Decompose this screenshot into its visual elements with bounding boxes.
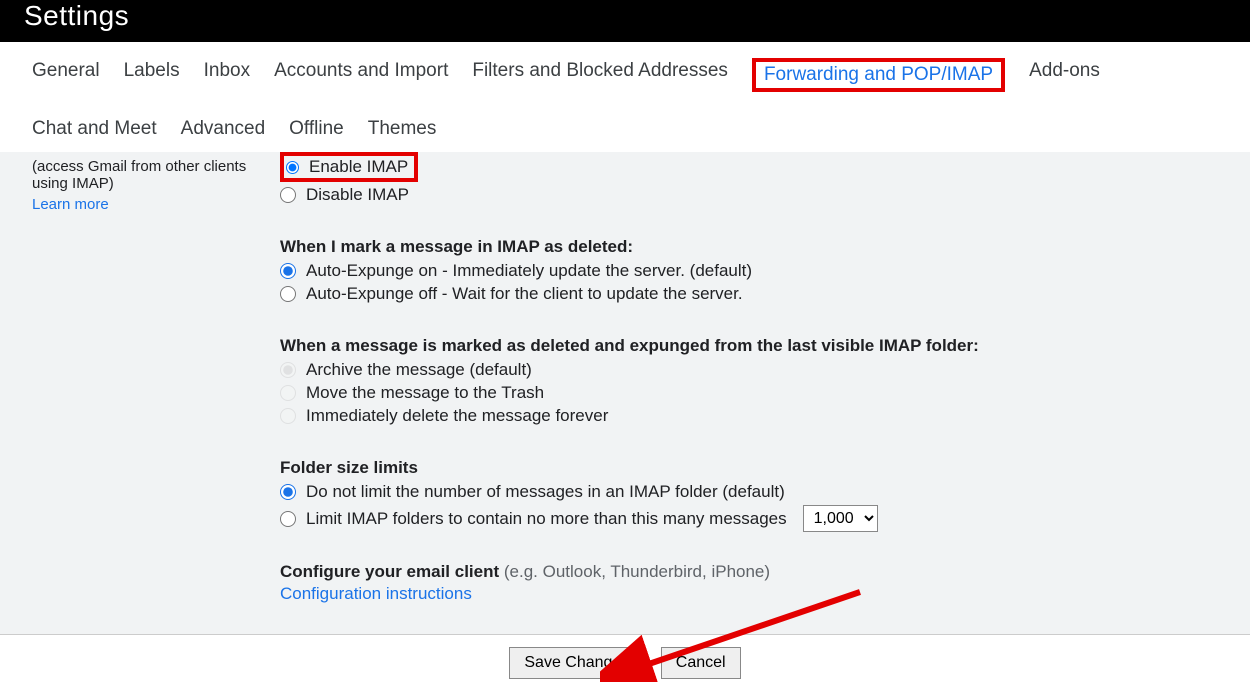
no-limit-radio[interactable] [280, 484, 296, 500]
imap-desc-line1: (access Gmail from other clients [32, 158, 280, 175]
delete-forever-radio [280, 408, 296, 424]
trash-radio [280, 385, 296, 401]
disable-imap-radio[interactable] [280, 187, 296, 203]
configure-bold: Configure your email client [280, 562, 499, 581]
archive-radio [280, 362, 296, 378]
config-instructions-link[interactable]: Configuration instructions [280, 584, 472, 604]
disable-imap-label[interactable]: Disable IMAP [306, 185, 409, 205]
tab-themes[interactable]: Themes [368, 116, 437, 142]
limit-select[interactable]: 1,000 [803, 505, 878, 532]
page-title: Settings [24, 0, 1226, 32]
archive-label: Archive the message (default) [306, 360, 532, 380]
expunge-off-label[interactable]: Auto-Expunge off - Wait for the client t… [306, 284, 743, 304]
limit-radio[interactable] [280, 511, 296, 527]
tab-advanced[interactable]: Advanced [181, 116, 266, 142]
expunge-on-label[interactable]: Auto-Expunge on - Immediately update the… [306, 261, 752, 281]
no-limit-label[interactable]: Do not limit the number of messages in a… [306, 482, 785, 502]
configure-grey: (e.g. Outlook, Thunderbird, iPhone) [499, 562, 770, 581]
tab-add-ons[interactable]: Add-ons [1029, 58, 1100, 92]
tab-accounts-and-import[interactable]: Accounts and Import [274, 58, 448, 92]
enable-imap-highlight: Enable IMAP [280, 152, 418, 182]
tab-general[interactable]: General [32, 58, 100, 92]
expunge-off-radio[interactable] [280, 286, 296, 302]
deleted-section-title: When I mark a message in IMAP as deleted… [280, 237, 1218, 257]
tab-offline[interactable]: Offline [289, 116, 344, 142]
tab-forwarding-and-pop-imap[interactable]: Forwarding and POP/IMAP [752, 58, 1005, 92]
content-area: (access Gmail from other clients using I… [0, 152, 1250, 681]
folder-limits-title: Folder size limits [280, 458, 1218, 478]
delete-forever-label: Immediately delete the message forever [306, 406, 608, 426]
tab-inbox[interactable]: Inbox [204, 58, 250, 92]
imap-access-description: (access Gmail from other clients using I… [32, 152, 280, 213]
tab-filters-and-blocked-addresses[interactable]: Filters and Blocked Addresses [472, 58, 728, 92]
imap-desc-line2: using IMAP) [32, 175, 280, 192]
cancel-button[interactable]: Cancel [661, 647, 741, 679]
tab-chat-and-meet[interactable]: Chat and Meet [32, 116, 157, 142]
enable-imap-label[interactable]: Enable IMAP [309, 157, 408, 177]
header-bar: Settings [0, 0, 1250, 42]
settings-tabs: General Labels Inbox Accounts and Import Fil… [0, 42, 1250, 152]
limit-label[interactable]: Limit IMAP folders to contain no more th… [306, 509, 787, 529]
enable-imap-radio[interactable] [286, 161, 299, 174]
learn-more-link[interactable]: Learn more [32, 196, 109, 213]
tab-labels[interactable]: Labels [124, 58, 180, 92]
expunge-on-radio[interactable] [280, 263, 296, 279]
footer-buttons: Save Changes Cancel [0, 634, 1250, 681]
trash-label: Move the message to the Trash [306, 383, 544, 403]
expunged-section-title: When a message is marked as deleted and … [280, 336, 1218, 356]
save-changes-button[interactable]: Save Changes [509, 647, 644, 679]
